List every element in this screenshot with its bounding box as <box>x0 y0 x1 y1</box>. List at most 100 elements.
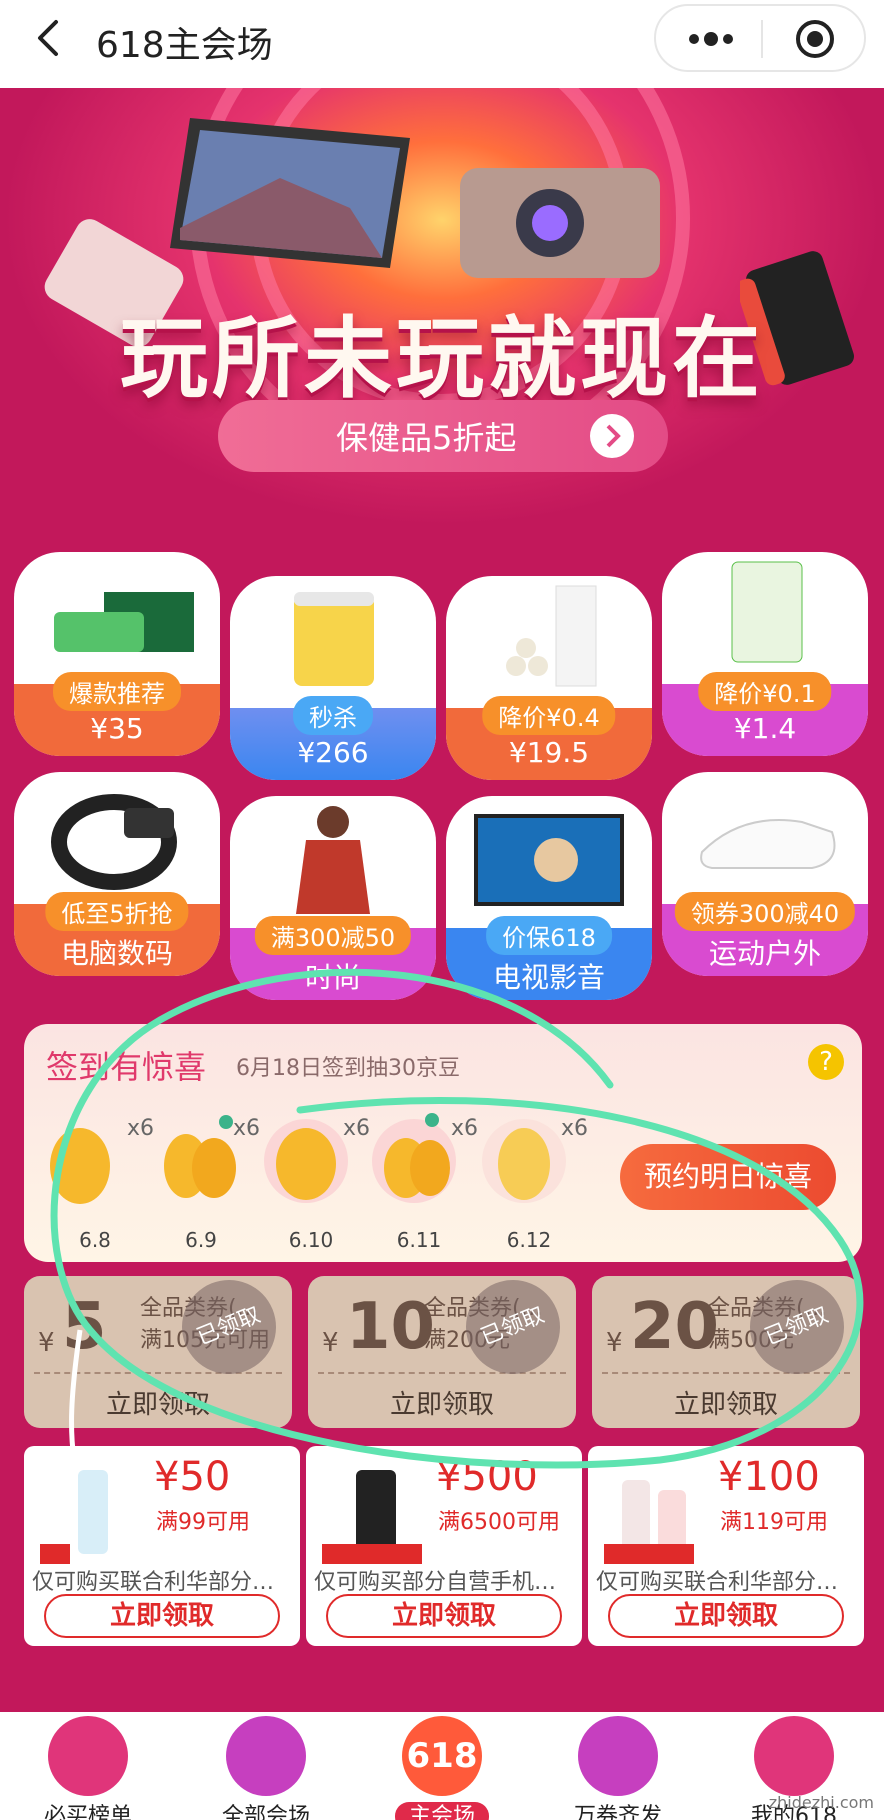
reserve-tomorrow-button[interactable]: 预约明日惊喜 <box>620 1144 836 1210</box>
capsule-divider <box>761 20 763 58</box>
product-tag: 领券300减40 <box>674 892 856 931</box>
signin-date: 6.9 <box>185 1228 217 1252</box>
hero-banner[interactable]: 玩所未玩就现在 保健品5折起 <box>0 88 884 528</box>
jd-bean-icon <box>482 1119 566 1203</box>
product-card[interactable]: 领券300减40 运动户外 <box>662 772 868 976</box>
back-arrow-icon[interactable] <box>30 18 70 58</box>
product-tag: 降价¥0.1 <box>698 672 832 711</box>
signin-panel: 签到有惊喜 6月18日签到抽30京豆 ? x6 6.8 x6 6.9 x6 6.… <box>24 1024 862 1262</box>
banner-promo-button[interactable]: 保健品5折起 <box>218 400 668 472</box>
coupon-action: 立即领取 <box>673 1390 778 1420</box>
tab-label: 全部会场 <box>221 1804 310 1820</box>
product-card[interactable]: 爆款推荐 ¥35 <box>14 552 220 756</box>
banner-promo-label: 保健品5折起 <box>336 419 517 457</box>
product-image <box>604 1480 694 1564</box>
coupon-card[interactable]: ¥100 满119可用 仅可购买联合利华部分… 立即领取 <box>588 1446 864 1646</box>
grid-icon <box>226 1716 306 1796</box>
product-image <box>296 806 370 914</box>
help-icon[interactable]: ? <box>808 1044 844 1080</box>
product-image <box>322 1470 422 1564</box>
signin-subtitle: 6月18日签到抽30京豆 <box>236 1056 460 1081</box>
coupon-card[interactable]: ¥50 满99可用 仅可购买联合利华部分… 立即领取 <box>24 1446 300 1646</box>
product-image <box>54 592 194 652</box>
coupon-card[interactable]: ¥500 满6500可用 仅可购买部分自营手机… 立即领取 <box>306 1446 582 1646</box>
coupon-action: 立即领取 <box>105 1390 210 1420</box>
coupon-description: 仅可购买部分自营手机… <box>314 1570 557 1595</box>
product-image <box>51 794 177 890</box>
coupon-currency: ¥ <box>606 1328 623 1358</box>
signin-day: x6 6.11 <box>364 1106 478 1252</box>
watermark: zhidezhi.com <box>768 1793 874 1812</box>
user-icon <box>754 1716 834 1796</box>
header-bar: 618主会场 <box>0 0 884 88</box>
product-price: ¥1.4 <box>733 712 797 745</box>
signin-day: x6 6.8 <box>40 1106 154 1252</box>
product-tag: 满300减50 <box>254 916 412 955</box>
product-tag: 降价¥0.4 <box>482 696 616 735</box>
product-image <box>700 819 836 869</box>
product-category: 运动户外 <box>708 937 821 970</box>
coupon-action: 立即领取 <box>389 1390 494 1420</box>
claim-button[interactable]: 立即领取 <box>326 1594 562 1638</box>
coupon-divider <box>34 1372 282 1374</box>
mini-program-capsule <box>654 4 866 72</box>
product-price: ¥35 <box>90 712 144 745</box>
product-image <box>40 1470 108 1564</box>
product-card[interactable]: 降价¥0.1 ¥1.4 <box>662 552 868 756</box>
product-card[interactable]: 降价¥0.4 ¥19.5 <box>446 576 652 780</box>
coupon-description: 仅可购买联合利华部分… <box>596 1570 839 1595</box>
coupon-description: 仅可购买联合利华部分… <box>32 1570 275 1595</box>
close-target-icon[interactable] <box>794 18 836 60</box>
product-tag: 低至5折抢 <box>45 892 189 931</box>
coupon-currency: ¥ <box>322 1328 339 1358</box>
product-image <box>474 814 624 906</box>
signin-date: 6.8 <box>79 1228 111 1252</box>
coupon-threshold: 满119可用 <box>720 1510 828 1535</box>
tab-main-venue[interactable]: 618 主会场 <box>362 1712 522 1820</box>
coupon-received[interactable]: ¥ 20 全品类券(… 满500元 立即领取 已领取 <box>592 1276 860 1428</box>
tab-all-venues[interactable]: 全部会场 <box>186 1712 346 1820</box>
bottom-tab-bar: 必买榜单 全部会场 618 主会场 万券齐发 我的618 zhidezhi.co… <box>0 1712 884 1820</box>
signin-day: x6 6.12 <box>474 1106 588 1252</box>
signin-date: 6.10 <box>288 1228 334 1252</box>
tab-label: 必买榜单 <box>43 1804 132 1820</box>
product-card[interactable]: 价保618 电视影音 <box>446 796 652 1000</box>
product-tag: 价保618 <box>486 916 612 955</box>
618-logo-icon: 618 <box>402 1716 482 1796</box>
product-image <box>731 561 803 663</box>
coupon-amount: 20 <box>630 1290 720 1364</box>
jd-bean-icon <box>164 1115 236 1198</box>
laptop-image <box>170 118 410 268</box>
signin-date: 6.11 <box>396 1228 442 1252</box>
coupon-threshold: 满6500可用 <box>438 1510 560 1535</box>
product-card[interactable]: 满300减50 时尚 <box>230 796 436 1000</box>
claim-button[interactable]: 立即领取 <box>44 1594 280 1638</box>
signin-day: x6 6.9 <box>146 1106 260 1252</box>
coupon-threshold: 满99可用 <box>156 1510 250 1535</box>
coupon-received[interactable]: ¥ 10 全品类券(… 满200元 立即领取 已领取 <box>308 1276 576 1428</box>
product-card[interactable]: 秒杀 ¥266 <box>230 576 436 780</box>
coupon-currency: ¥ <box>38 1328 55 1358</box>
product-price: ¥19.5 <box>508 736 590 769</box>
tab-label: 主会场 <box>362 1798 522 1820</box>
coupon-divider <box>602 1372 850 1374</box>
coupon-received[interactable]: ¥ 5 全品类券(… 满105元可用 立即领取 已领取 <box>24 1276 292 1428</box>
coupon-amount: 5 <box>62 1290 107 1364</box>
tab-coupons[interactable]: 万券齐发 <box>538 1712 698 1820</box>
product-card[interactable]: 低至5折抢 电脑数码 <box>14 772 220 976</box>
coupon-amount: ¥500 <box>436 1454 538 1500</box>
signin-date: 6.12 <box>506 1228 552 1252</box>
page-title: 618主会场 <box>96 25 273 66</box>
product-tag: 爆款推荐 <box>53 672 181 711</box>
bean-multiplier: x6 <box>560 1116 588 1141</box>
product-image <box>506 585 597 687</box>
more-dots-icon[interactable] <box>686 24 736 54</box>
coupon-amount: 10 <box>346 1290 436 1364</box>
claim-button[interactable]: 立即领取 <box>608 1594 844 1638</box>
tab-must-buy[interactable]: 必买榜单 <box>8 1712 168 1820</box>
product-category: 时尚 <box>304 961 361 994</box>
product-category: 电脑数码 <box>60 937 173 970</box>
medal-icon <box>48 1716 128 1796</box>
signin-day: x6 6.10 <box>256 1106 370 1252</box>
coupon-divider <box>318 1372 566 1374</box>
